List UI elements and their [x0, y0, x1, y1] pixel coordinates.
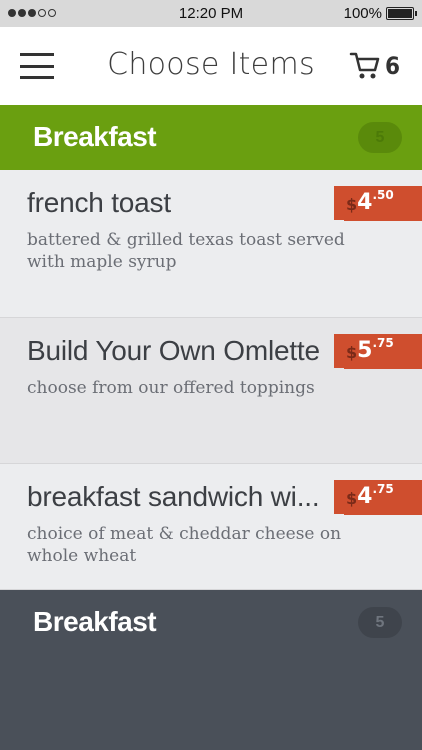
category-count-badge: 5 [358, 122, 402, 153]
menu-item[interactable]: breakfast sandwich wi... choice of meat … [0, 464, 422, 590]
price-currency: $ [346, 195, 358, 214]
status-bar: 12:20 PM 100% [0, 0, 422, 27]
menu-item[interactable]: Build Your Own Omlette choose from our o… [0, 318, 422, 464]
item-description: choose from our offered toppings [27, 378, 315, 398]
item-name: Build Your Own Omlette [27, 335, 320, 366]
price-tag: $5.75 [334, 334, 422, 369]
category-count-badge: 5 [358, 607, 402, 638]
item-name: french toast [27, 187, 171, 218]
price-dollars: 4 [357, 190, 373, 215]
item-description: choice of meat & cheddar cheese on whole… [27, 524, 342, 566]
price-cents: .75 [372, 336, 394, 350]
price-tag: $4.75 [334, 480, 422, 515]
battery-percent: 100% [343, 5, 382, 22]
category-header-breakfast[interactable]: Breakfast 5 [0, 590, 422, 655]
category-title: Breakfast [33, 606, 157, 637]
price-dollars: 5 [357, 338, 373, 363]
category-title: Breakfast [33, 121, 157, 152]
price-cents: .50 [372, 188, 394, 202]
cart-button[interactable]: 6 [349, 51, 400, 81]
item-name: breakfast sandwich wi... [27, 481, 320, 512]
price-tag: $4.50 [334, 186, 422, 221]
price-dollars: 4 [357, 484, 373, 509]
nav-bar: Choose Items 6 [0, 27, 422, 105]
menu-item[interactable]: french toast battered & grilled texas to… [0, 170, 422, 318]
price-currency: $ [346, 489, 358, 508]
battery-icon [386, 7, 417, 20]
price-cents: .75 [372, 482, 394, 496]
cart-count: 6 [384, 52, 400, 80]
category-header-breakfast[interactable]: Breakfast 5 [0, 105, 422, 170]
price-currency: $ [346, 343, 358, 362]
cart-icon [349, 52, 380, 79]
item-description: battered & grilled texas toast served wi… [27, 230, 345, 272]
